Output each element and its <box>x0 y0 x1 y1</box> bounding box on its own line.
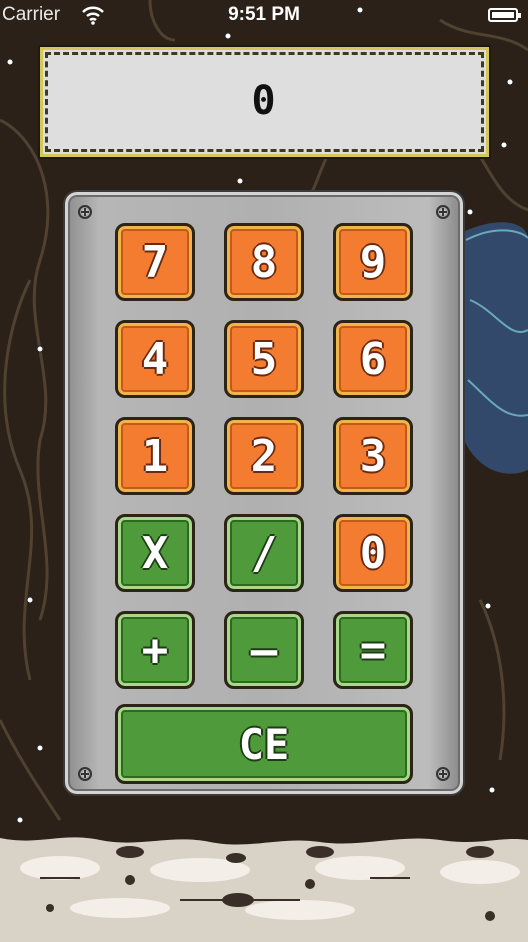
display-value: 0 <box>251 78 278 124</box>
status-bar: Carrier 9:51 PM <box>0 0 528 32</box>
battery-icon <box>488 8 521 22</box>
key-4[interactable]: 4 <box>115 320 195 398</box>
multiply-button[interactable]: X <box>115 514 195 592</box>
key-5[interactable]: 5 <box>224 320 304 398</box>
divide-button[interactable]: / <box>224 514 304 592</box>
key-8[interactable]: 8 <box>224 223 304 301</box>
status-time: 9:51 PM <box>228 4 300 25</box>
key-1[interactable]: 1 <box>115 417 195 495</box>
screw-icon <box>436 767 450 781</box>
key-6[interactable]: 6 <box>333 320 413 398</box>
keypad-panel: 7 8 9 4 5 6 1 2 3 X / 0 + — = CE <box>65 192 463 794</box>
clear-button[interactable]: CE <box>115 704 413 784</box>
calculator-display: 0 <box>40 47 489 157</box>
key-2[interactable]: 2 <box>224 417 304 495</box>
subtract-button[interactable]: — <box>224 611 304 689</box>
key-0[interactable]: 0 <box>333 514 413 592</box>
screw-icon <box>78 205 92 219</box>
screw-icon <box>78 767 92 781</box>
add-button[interactable]: + <box>115 611 195 689</box>
key-9[interactable]: 9 <box>333 223 413 301</box>
key-7[interactable]: 7 <box>115 223 195 301</box>
screw-icon <box>436 205 450 219</box>
ground-decoration <box>0 828 528 942</box>
key-3[interactable]: 3 <box>333 417 413 495</box>
equals-button[interactable]: = <box>333 611 413 689</box>
